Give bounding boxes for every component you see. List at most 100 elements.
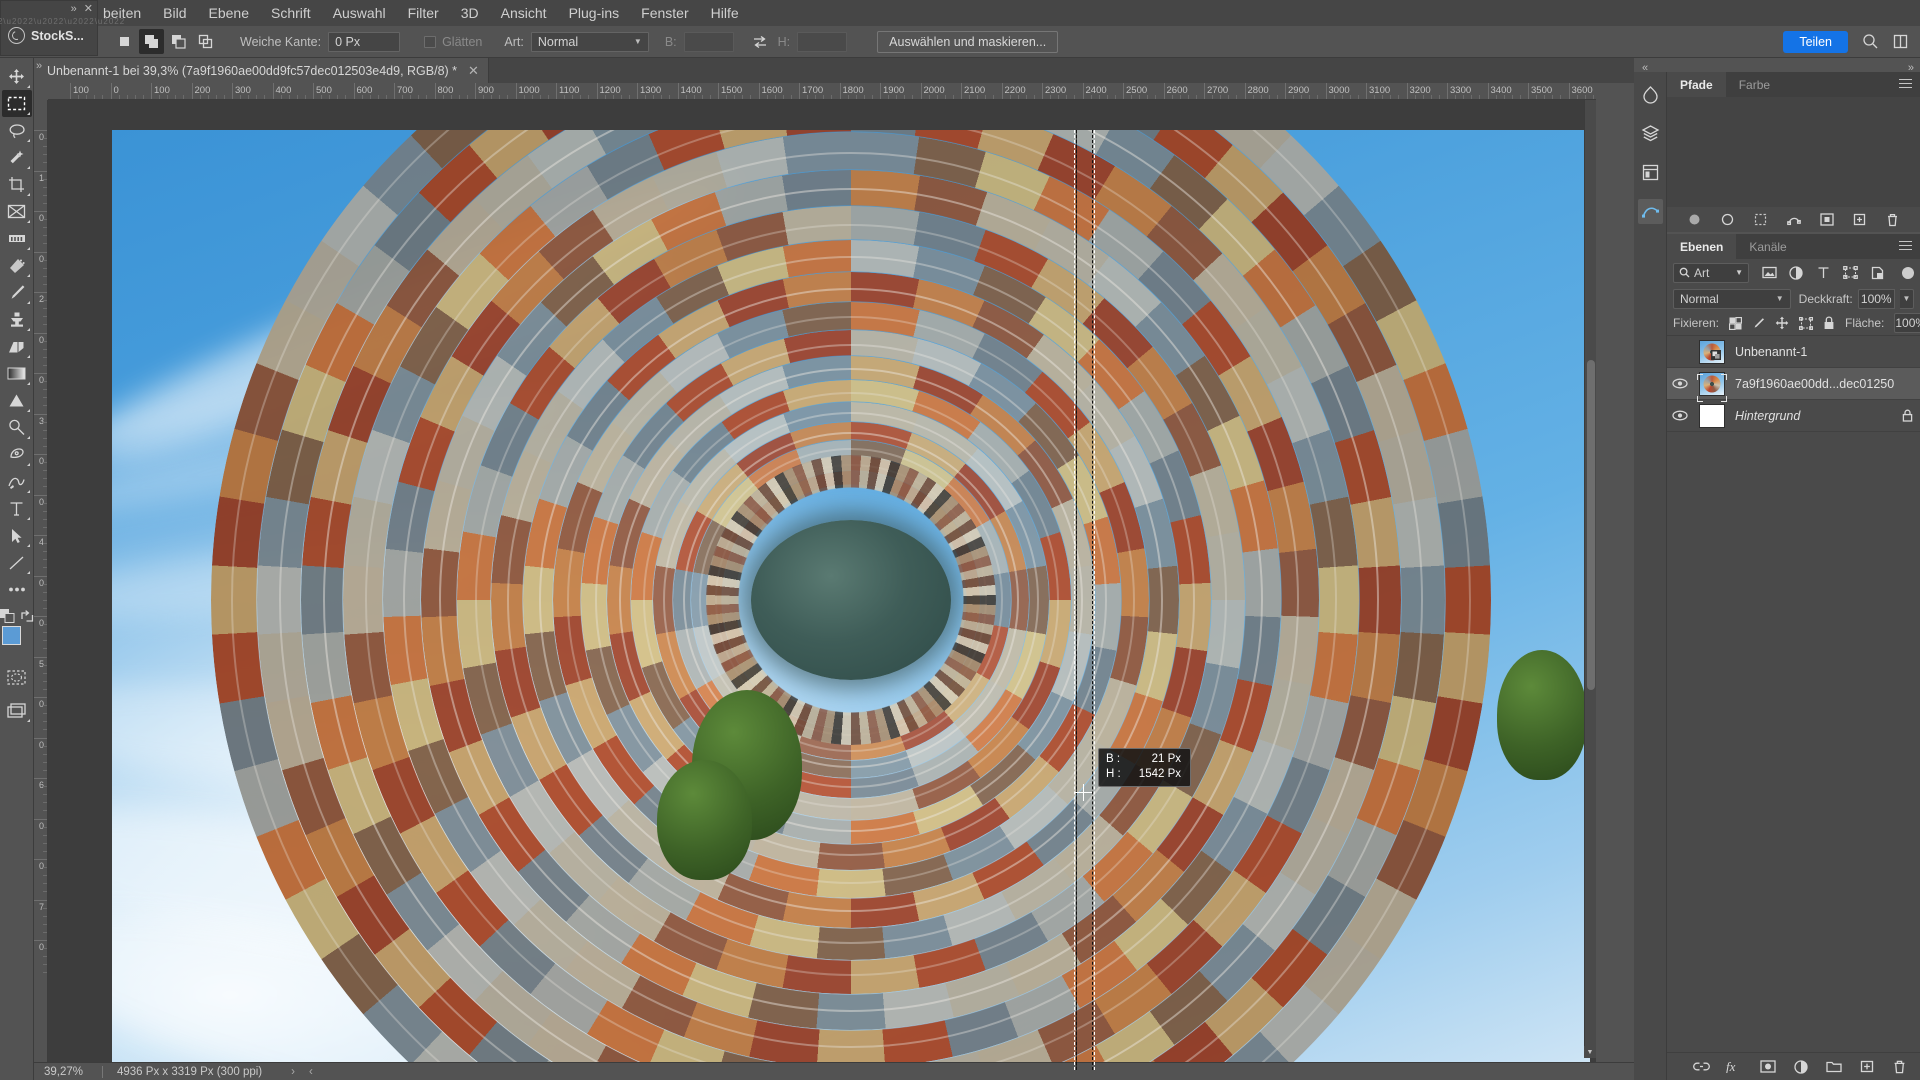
tab-pfade[interactable]: Pfade [1667,72,1726,97]
blend-mode-select[interactable]: Normal ▼ [1673,288,1791,309]
table-row[interactable]: 7a9f1960ae00dd...dec012503e4d9 [1667,368,1920,402]
menu-item-filter[interactable]: Filter [397,2,450,24]
status-prev-icon[interactable]: ‹ [302,1066,320,1078]
layers-comps-icon[interactable] [1638,121,1663,146]
share-button[interactable]: Teilen [1783,30,1848,53]
filter-type-layers-icon[interactable] [1815,265,1831,281]
blur-tool[interactable] [2,387,32,414]
layer-visibility-toggle[interactable] [1667,410,1693,421]
menu-item-ebene[interactable]: Ebene [198,2,260,24]
feather-input[interactable]: 0 Px [328,31,401,52]
edit-toolbar-tool[interactable] [2,576,32,603]
menu-item-hilfe[interactable]: Hilfe [700,2,750,24]
paths-list[interactable] [1667,97,1920,207]
menu-item-ansicht[interactable]: Ansicht [490,2,558,24]
tab-farbe[interactable]: Farbe [1726,72,1783,97]
new-selection-button[interactable] [112,29,137,54]
clone-stamp-tool[interactable] [2,306,32,333]
brush-tool[interactable] [2,279,32,306]
search-icon[interactable] [1862,33,1879,50]
scrollbar-thumb[interactable] [1587,360,1595,690]
menu-item-schrift[interactable]: Schrift [260,2,322,24]
layer-filter-type-select[interactable]: Art ▼ [1673,262,1749,283]
canvas-vertical-scrollbar[interactable] [1584,100,1596,1058]
spot-healing-brush-tool[interactable] [2,252,32,279]
libraries-icon[interactable] [1638,160,1663,185]
lasso-tool[interactable] [2,117,32,144]
adjustments-icon[interactable] [1638,82,1663,107]
delete-path-icon[interactable] [1884,211,1901,228]
new-layer-icon[interactable] [1858,1058,1875,1075]
fill-path-icon[interactable] [1686,211,1703,228]
line-tool[interactable] [2,549,32,576]
panel-menu-icon[interactable] [1899,72,1912,97]
opacity-chevron-down-icon[interactable]: ▼ [1899,288,1914,309]
move-tool[interactable] [2,63,32,90]
add-to-selection-button[interactable] [139,29,164,54]
arrange-documents-icon[interactable] [1893,34,1908,49]
menu-item-fenster[interactable]: Fenster [630,2,699,24]
scroll-down-arrow[interactable]: ▼ [1584,1046,1596,1058]
canvas-area[interactable]: B : 21 Px H : 1542 Px ▼ [48,100,1596,1070]
close-icon[interactable]: ✕ [468,63,479,79]
layer-visibility-toggle[interactable] [1667,378,1693,389]
lock-transparent-pixels-icon[interactable] [1729,316,1743,331]
foreground-background-color-swatch[interactable] [1,626,32,656]
style-select[interactable]: Normal ▼ [530,31,649,52]
new-path-icon[interactable] [1851,211,1868,228]
filter-adjustment-layers-icon[interactable] [1788,265,1804,281]
quick-mask-mode-button[interactable] [2,664,32,691]
paths-icon[interactable] [1637,199,1663,224]
dodge-tool[interactable] [2,414,32,441]
fill-value[interactable]: 100% [1894,313,1920,333]
opacity-value[interactable]: 100% [1857,288,1895,309]
load-path-as-selection-icon[interactable] [1752,211,1769,228]
panel-menu-icon[interactable] [1899,234,1912,259]
status-next-icon[interactable]: › [284,1066,302,1078]
artboard[interactable]: B : 21 Px H : 1542 Px [112,130,1590,1070]
new-group-icon[interactable] [1825,1058,1842,1075]
delete-layer-icon[interactable] [1891,1058,1908,1075]
filter-smart-object-layers-icon[interactable] [1869,265,1885,281]
table-row[interactable]: Hintergrund [1667,400,1920,432]
menu-item-auswahl[interactable]: Auswahl [322,2,397,24]
menu-item-bild[interactable]: Bild [152,2,197,24]
select-and-mask-button[interactable]: Auswählen und maskieren... [877,30,1059,53]
menu-item-3d[interactable]: 3D [450,2,490,24]
close-icon[interactable]: ✕ [84,4,93,15]
vertical-ruler[interactable]: 0 1 0 0 2 0 0 3 0 0 4 0 0 5 0 0 6 0 0 7 0 [34,100,48,1070]
tab-kanaele[interactable]: Kanäle [1736,234,1799,259]
link-layers-icon[interactable] [1693,1058,1710,1075]
filter-pixel-layers-icon[interactable] [1761,265,1777,281]
panel-grip[interactable]: \u2022\u2022\u2022\u2022\u2022 [0,17,124,26]
layer-thumbnail-cell[interactable] [1693,371,1731,402]
layer-name[interactable]: Hintergrund [1731,409,1894,423]
foreground-color-swatch[interactable] [1,626,21,645]
default-colors-icon[interactable] [0,609,15,623]
swap-width-height-icon[interactable] [750,33,770,51]
make-work-path-icon[interactable] [1785,211,1802,228]
document-tab[interactable]: Unbenannt-1 bei 39,3% (7a9f1960ae00dd9fc… [34,58,489,83]
add-mask-icon[interactable] [1818,211,1835,228]
path-selection-tool[interactable] [2,522,32,549]
subtract-from-selection-button[interactable] [166,29,191,54]
screen-mode-button[interactable] [2,697,32,724]
gradient-tool[interactable] [2,360,32,387]
stock-panel-body[interactable]: StockS... [1,25,97,44]
toolbar-collapse-icon[interactable]: » [36,60,42,72]
selection-marquee-right-edge[interactable] [1092,130,1095,1070]
width-input[interactable] [683,31,734,52]
crop-tool[interactable] [2,171,32,198]
filter-shape-layers-icon[interactable] [1842,265,1858,281]
lock-artboard-nesting-icon[interactable] [1799,316,1814,331]
menu-item-plugins[interactable]: Plug-ins [558,2,631,24]
eraser-tool[interactable] [2,333,32,360]
horizontal-ruler[interactable]: 100 0 100 200 300 400 500 600 700 800 900 1000 1100 1… [48,83,1596,100]
lock-image-pixels-icon[interactable] [1752,316,1765,331]
layer-name[interactable]: 7a9f1960ae00dd...dec012503e4d9 [1731,377,1894,391]
table-row[interactable]: Unbenannt-1 [1667,336,1920,368]
layer-filter-toggle[interactable] [1902,266,1914,279]
layer-thumbnail-cell[interactable] [1693,339,1731,364]
zoom-level[interactable]: 39,27% [34,1066,102,1078]
layer-thumbnail-cell[interactable] [1693,403,1731,428]
